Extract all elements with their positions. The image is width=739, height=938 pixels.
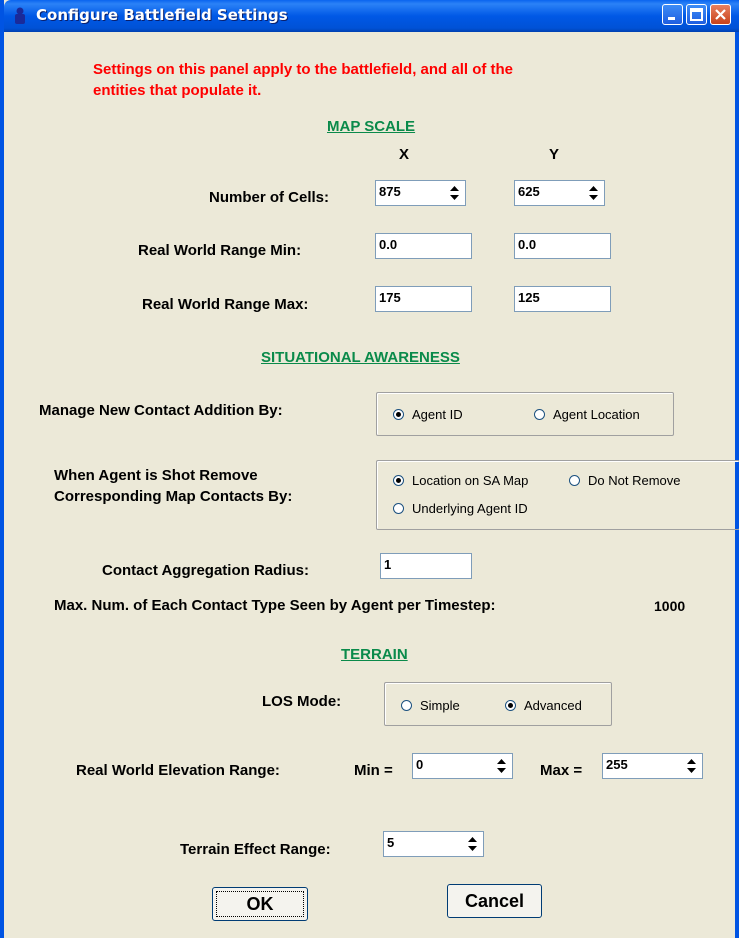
notice-line-1: Settings on this panel apply to the batt… [93,61,514,78]
spin-arrows-icon[interactable] [685,756,698,776]
aggregation-radius-label: Contact Aggregation Radius: [102,562,309,579]
range-max-y-input[interactable]: 125 [514,286,611,312]
situational-awareness-heading: SITUATIONAL AWARENESS [261,349,460,366]
elevation-max-value: 255 [606,757,628,772]
cells-x-stepper[interactable]: 875 [375,180,466,206]
range-min-y-input[interactable]: 0.0 [514,233,611,259]
maximize-button[interactable] [686,4,707,25]
radio-los-advanced[interactable]: Advanced [505,698,582,713]
spin-arrows-icon[interactable] [495,756,508,776]
spin-arrows-icon[interactable] [466,834,479,854]
notice-line-2: entities that populate it. [93,82,262,99]
range-max-x-input[interactable]: 175 [375,286,472,312]
x-column-label: X [399,146,410,163]
number-of-cells-label: Number of Cells: [209,189,330,206]
minimize-button[interactable] [662,4,683,25]
range-min-label: Real World Range Min: [138,242,302,259]
elevation-range-label: Real World Elevation Range: [76,762,280,779]
shot-remove-label-2: Corresponding Map Contacts By: [54,488,293,505]
radio-underlying-agent-id[interactable]: Underlying Agent ID [393,501,528,516]
radio-agent-location[interactable]: Agent Location [534,407,640,422]
los-mode-label: LOS Mode: [262,693,342,710]
max-contacts-label: Max. Num. of Each Contact Type Seen by A… [54,597,496,614]
terrain-effect-stepper[interactable]: 5 [383,831,484,857]
close-icon [715,9,726,20]
title-bar[interactable]: Configure Battlefield Settings [4,0,739,32]
radio-location-on-sa-map[interactable]: Location on SA Map [393,473,528,488]
app-icon [15,7,25,24]
contact-addition-label: Manage New Contact Addition By: [39,402,283,419]
radio-selected-icon [393,475,404,486]
cells-y-stepper[interactable]: 625 [514,180,605,206]
elevation-min-stepper[interactable]: 0 [412,753,513,779]
max-contacts-value: 1000 [654,598,686,614]
radio-selected-icon [505,700,516,711]
shot-remove-group: Location on SA Map Do Not Remove Underly… [376,460,739,530]
terrain-effect-value: 5 [387,835,395,850]
dialog-content: Settings on this panel apply to the batt… [4,32,739,938]
cancel-button[interactable]: Cancel [447,884,542,918]
spin-arrows-icon[interactable] [448,183,461,203]
aggregation-radius-input[interactable]: 1 [380,553,472,579]
window-title: Configure Battlefield Settings [36,6,288,24]
y-column-label: Y [549,146,560,163]
maximize-icon [690,8,703,21]
close-button[interactable] [710,4,731,25]
range-min-x-input[interactable]: 0.0 [375,233,472,259]
dialog-window: Configure Battlefield Settings Settings … [0,0,739,938]
shot-remove-label-1: When Agent is Shot Remove [54,467,258,484]
radio-unselected-icon [401,700,412,711]
radio-unselected-icon [534,409,545,420]
elevation-min-label: Min = [354,762,393,779]
map-scale-heading: MAP SCALE [327,118,416,135]
spin-arrows-icon[interactable] [587,183,600,203]
range-max-label: Real World Range Max: [142,296,309,313]
terrain-heading: TERRAIN [341,646,408,663]
radio-agent-id[interactable]: Agent ID [393,407,463,422]
elevation-max-stepper[interactable]: 255 [602,753,703,779]
elevation-max-label: Max = [540,762,583,779]
cells-y-value: 625 [518,184,540,199]
radio-unselected-icon [569,475,580,486]
radio-selected-icon [393,409,404,420]
contact-addition-group: Agent ID Agent Location [376,392,674,436]
minimize-icon [668,17,675,20]
radio-los-simple[interactable]: Simple [401,698,460,713]
radio-unselected-icon [393,503,404,514]
terrain-effect-label: Terrain Effect Range: [180,841,331,858]
radio-do-not-remove[interactable]: Do Not Remove [569,473,680,488]
ok-button[interactable]: OK [212,887,308,921]
elevation-min-value: 0 [416,757,424,772]
cells-x-value: 875 [379,184,401,199]
los-mode-group: Simple Advanced [384,682,612,726]
